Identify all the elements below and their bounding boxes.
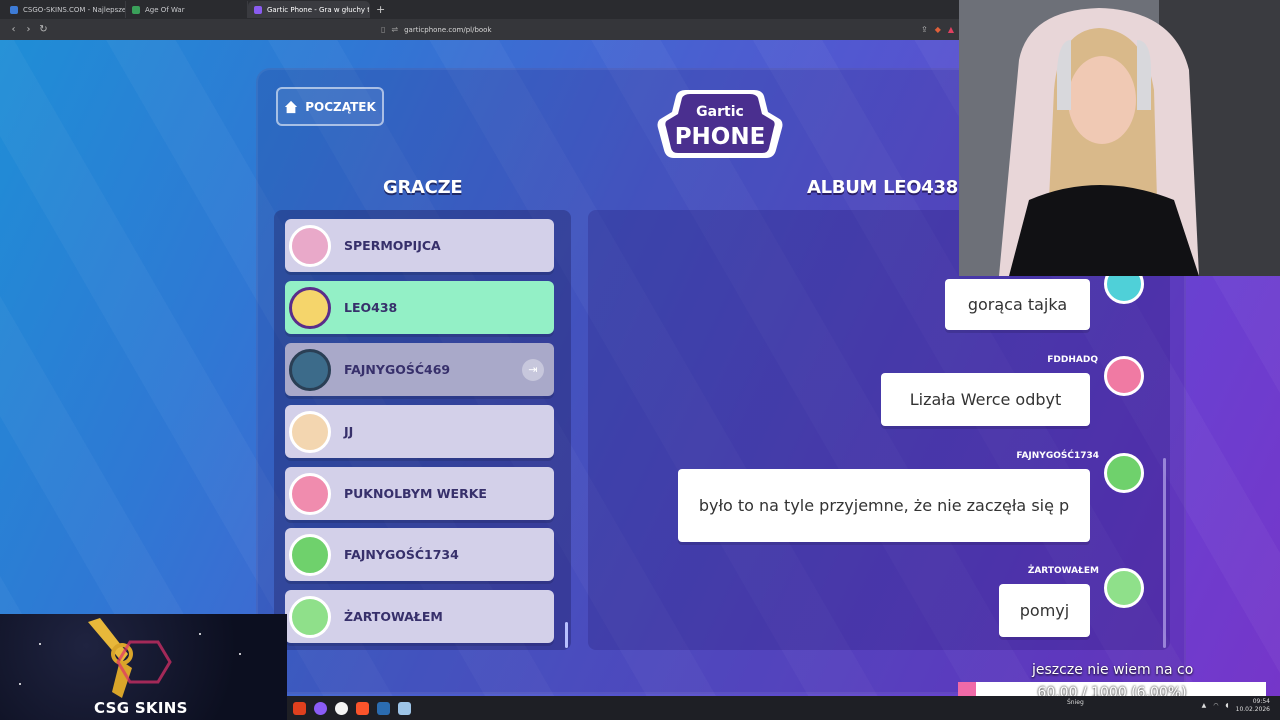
message-bubble: Lizała Werce odbyt	[881, 373, 1090, 426]
album-heading: ALBUM LEO438	[807, 177, 958, 198]
avatar	[1104, 568, 1144, 608]
rewards-icon[interactable]: ▲	[948, 25, 954, 34]
sponsor-brand: CSG SKINS	[94, 699, 188, 717]
player-name: FAJNYGOŚĆ469	[344, 362, 451, 377]
taskbar-app-icon[interactable]	[335, 701, 348, 715]
player-item-fajnygosc1734[interactable]: FAJNYGOŚĆ1734	[285, 528, 554, 581]
browser-tab-csgo[interactable]: CSGO-SKINS.COM - Najlepsze Skrzy...	[4, 1, 126, 18]
taskbar-app-icon[interactable]	[314, 701, 327, 715]
message-text: Lizała Werce odbyt	[909, 389, 1062, 409]
tab-favicon-icon	[10, 5, 18, 14]
home-button[interactable]: POCZĄTEK	[276, 87, 384, 126]
player-name: SPERMOPIJCA	[344, 238, 441, 253]
message-text: było to na tyle przyjemne, że nie zaczęł…	[698, 495, 1070, 515]
player-item-fajnygosc469[interactable]: FAJNYGOŚĆ469 ⇥	[285, 343, 554, 396]
clock-date: 10.02.2026	[1235, 705, 1270, 713]
message-author: ŻARTOWAŁEM	[1027, 566, 1099, 576]
avatar	[289, 348, 331, 391]
clock[interactable]: 09:54 10.02.2026	[1236, 698, 1270, 714]
tab-title: CSGO-SKINS.COM - Najlepsze Skrzy...	[23, 5, 126, 14]
message-author: FDDHADQ	[1047, 355, 1098, 365]
players-scrollbar[interactable]	[565, 622, 568, 648]
url-text: garticphone.com/pl/book	[404, 25, 492, 34]
new-tab-icon[interactable]: +	[376, 3, 385, 16]
message-author: FAJNYGOŚĆ1734	[1016, 451, 1099, 461]
tab-favicon-icon	[254, 5, 262, 14]
brave-shield-icon[interactable]: ◆	[935, 25, 941, 34]
player-name: FAJNYGOŚĆ1734	[344, 547, 459, 562]
avatar	[1104, 356, 1144, 396]
wifi-icon[interactable]: ◠	[1213, 702, 1218, 709]
avatar	[289, 533, 331, 576]
goal-title: jeszcze nie wiem na co	[1032, 662, 1194, 678]
player-name: LEO438	[344, 300, 398, 315]
tab-title: Gartic Phone - Gra w głuchy t...	[267, 5, 370, 14]
browser-tab-age-of-war[interactable]: Age Of War	[126, 1, 248, 18]
avatar	[289, 472, 331, 515]
album-scrollbar[interactable]	[1163, 458, 1166, 648]
forward-icon[interactable]: ›	[21, 24, 36, 35]
back-icon[interactable]: ‹	[6, 24, 21, 35]
taskbar-app-icon[interactable]	[398, 701, 411, 715]
message-bubble: gorąca tajka	[945, 279, 1090, 330]
player-name: JJ	[344, 424, 354, 439]
message-bubble: pomyj	[999, 584, 1090, 637]
avatar	[289, 595, 331, 638]
address-bar: ‹ › ↻ ▯ ⇌ garticphone.com/pl/book ⇪ ◆ ▲	[0, 19, 960, 40]
player-item-spermopijca[interactable]: SPERMOPIJCA	[285, 219, 554, 272]
home-button-label: POCZĄTEK	[305, 99, 376, 114]
weather-widget[interactable]: Śnieg	[1067, 699, 1084, 707]
streamer-image	[959, 0, 1280, 276]
logo-top-text: Gartic	[696, 104, 744, 120]
webcam-feed	[959, 0, 1280, 276]
message-text: pomyj	[1019, 600, 1070, 620]
reload-icon[interactable]: ↻	[36, 24, 51, 35]
weather-text: Śnieg	[1067, 699, 1084, 706]
home-icon	[285, 100, 298, 113]
message-bubble: było to na tyle przyjemne, że nie zaczęł…	[678, 469, 1090, 542]
avatar	[289, 286, 331, 329]
share-icon[interactable]: ⇪	[921, 25, 928, 34]
volume-icon[interactable]: ◖	[1225, 702, 1228, 709]
avatar	[289, 410, 331, 453]
system-tray: ▲ ◠ ◖ 09:54 10.02.2026	[1202, 698, 1270, 714]
sponsor-banner: CSG SKINS	[0, 614, 287, 720]
player-item-leo438[interactable]: LEO438	[285, 281, 554, 334]
taskbar: Śnieg ▲ ◠ ◖ 09:54 10.02.2026	[287, 696, 1280, 720]
url-field[interactable]: ▯ ⇌ garticphone.com/pl/book	[381, 25, 492, 34]
site-info-icon[interactable]: ⇌	[391, 25, 398, 34]
avatar	[289, 224, 331, 267]
browser-tab-gartic[interactable]: Gartic Phone - Gra w głuchy t... ✕	[248, 1, 370, 18]
players-list[interactable]: SPERMOPIJCA LEO438 FAJNYGOŚĆ469 ⇥ JJ PUK…	[274, 210, 571, 650]
logo-bottom-text: PHONE	[675, 124, 766, 150]
clock-time: 09:54	[1252, 698, 1270, 705]
player-item-puknolbym-werke[interactable]: PUKNOLBYM WERKE	[285, 467, 554, 520]
taskbar-app-icon[interactable]	[377, 701, 390, 715]
players-heading: GRACZE	[383, 177, 463, 198]
gartic-phone-logo: Gartic PHONE	[657, 90, 783, 158]
taskbar-app-icon[interactable]	[293, 701, 306, 715]
tab-title: Age Of War	[145, 5, 185, 14]
player-name: ŻARTOWAŁEM	[344, 609, 443, 624]
taskbar-app-icon[interactable]	[356, 701, 369, 715]
bookmark-icon[interactable]: ▯	[381, 25, 385, 34]
tray-up-icon[interactable]: ▲	[1202, 702, 1207, 709]
player-item-jj[interactable]: JJ	[285, 405, 554, 458]
player-item-zartowalem[interactable]: ŻARTOWAŁEM	[285, 590, 554, 643]
avatar	[1104, 453, 1144, 493]
player-name: PUKNOLBYM WERKE	[344, 486, 487, 501]
exit-icon: ⇥	[522, 358, 544, 381]
message-text: gorąca tajka	[967, 294, 1068, 314]
tab-favicon-icon	[132, 5, 140, 14]
